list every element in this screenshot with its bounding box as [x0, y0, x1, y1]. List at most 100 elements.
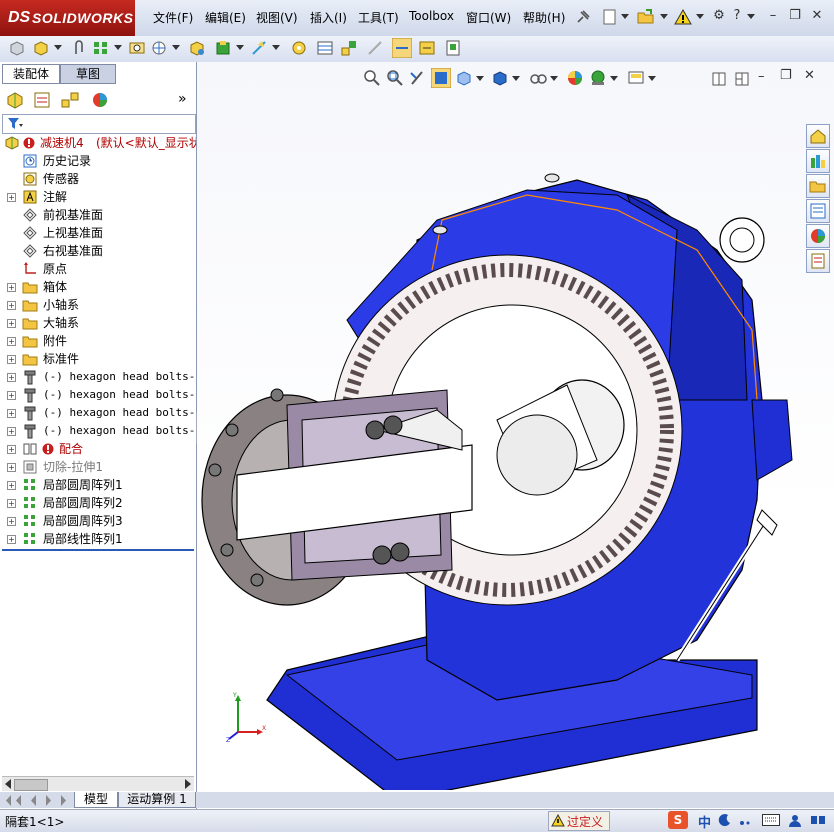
chevron-down-icon[interactable] — [550, 76, 558, 82]
chevron-down-icon[interactable] — [621, 14, 629, 20]
expand-toggle-icon[interactable]: + — [7, 373, 16, 382]
tree-item[interactable]: 原点 — [0, 260, 196, 278]
bill-of-materials-icon[interactable] — [316, 39, 334, 57]
menu-help[interactable]: 帮助(H) — [523, 9, 565, 26]
previous-view-icon[interactable] — [408, 68, 428, 88]
scroll-right-icon[interactable] — [184, 779, 192, 789]
tree-root[interactable]: 减速机4 (默认<默认_显示状 — [0, 134, 196, 152]
chevron-down-icon[interactable] — [114, 45, 122, 51]
tab-model[interactable]: 模型 — [74, 792, 118, 808]
tab-motion-study[interactable]: 运动算例 1 — [118, 792, 196, 808]
scroll-left-icon[interactable] — [4, 779, 12, 789]
assembly-features-icon[interactable] — [214, 39, 232, 57]
tree-item[interactable]: + 局部线性阵列1 — [0, 530, 196, 548]
tree-item[interactable]: + 配合 — [0, 440, 196, 458]
close-icon[interactable]: ✕ — [808, 8, 826, 24]
expand-toggle-icon[interactable]: + — [7, 517, 16, 526]
tree-item[interactable]: + (-) hexagon head bolts-fu — [0, 368, 196, 386]
menu-file[interactable]: 文件(F) — [153, 9, 193, 26]
tree-item[interactable]: 上视基准面 — [0, 224, 196, 242]
configuration-manager-icon[interactable] — [60, 90, 80, 110]
expand-toggle-icon[interactable]: + — [7, 427, 16, 436]
section-view-icon[interactable] — [431, 68, 451, 88]
mate-icon[interactable] — [128, 39, 146, 57]
more-tabs-chevron[interactable]: » — [178, 91, 187, 107]
apply-scene-icon[interactable] — [588, 68, 608, 88]
tree-item[interactable]: + 大轴系 — [0, 314, 196, 332]
tab-assembly[interactable]: 装配体 — [2, 64, 60, 84]
clearance-verification-icon[interactable] — [418, 39, 436, 57]
tree-item[interactable]: + 切除-拉伸1 — [0, 458, 196, 476]
expand-toggle-icon[interactable]: + — [7, 337, 16, 346]
new-motion-study-icon[interactable] — [290, 39, 308, 57]
move-component-icon[interactable] — [150, 39, 168, 57]
chevron-down-icon[interactable] — [476, 76, 484, 82]
display-style-icon[interactable] — [490, 68, 510, 88]
property-manager-icon[interactable] — [32, 90, 52, 110]
ime-user-icon[interactable] — [788, 813, 802, 827]
new-part-icon[interactable] — [32, 39, 50, 57]
expand-toggle-icon[interactable]: + — [7, 193, 16, 202]
expand-toggle-icon[interactable]: + — [7, 391, 16, 400]
tree-item[interactable]: + (-) hexagon head bolts-fu — [0, 422, 196, 440]
expand-toggle-icon[interactable]: + — [7, 301, 16, 310]
tree-item[interactable]: + 局部圆周阵列2 — [0, 494, 196, 512]
doc-close-icon[interactable]: ✕ — [804, 68, 815, 83]
chevron-down-icon[interactable] — [236, 45, 244, 51]
ime-settings-icon[interactable] — [810, 813, 826, 827]
doc-restore-icon[interactable]: ❐ — [780, 68, 792, 83]
tree-item[interactable]: + 小轴系 — [0, 296, 196, 314]
edit-appearance-icon[interactable] — [565, 68, 585, 88]
expand-toggle-icon[interactable]: + — [7, 409, 16, 418]
expand-toggle-icon[interactable]: + — [7, 283, 16, 292]
expand-toggle-icon[interactable]: + — [7, 499, 16, 508]
menu-view[interactable]: 视图(V) — [256, 9, 298, 26]
tree-item[interactable]: 传感器 — [0, 170, 196, 188]
task-pane-view-palette[interactable] — [806, 199, 830, 223]
tree-item[interactable]: + 标准件 — [0, 350, 196, 368]
zoom-to-area-icon[interactable] — [385, 68, 405, 88]
menu-window[interactable]: 窗口(W) — [466, 9, 511, 26]
task-pane-design-library[interactable] — [806, 149, 830, 173]
filter-bar[interactable] — [2, 114, 196, 134]
tree-rollback-bar[interactable] — [2, 549, 194, 551]
tree-item[interactable]: + 局部圆周阵列1 — [0, 476, 196, 494]
tree-horizontal-scrollbar[interactable] — [2, 776, 194, 791]
instant3d-icon[interactable] — [444, 39, 462, 57]
chevron-down-icon[interactable] — [512, 76, 520, 82]
restore-icon[interactable]: ❐ — [786, 8, 804, 24]
interference-detection-icon[interactable] — [392, 38, 412, 58]
tree-item[interactable]: 右视基准面 — [0, 242, 196, 260]
chevron-down-icon[interactable] — [272, 45, 280, 51]
chevron-down-icon[interactable] — [610, 76, 618, 82]
ime-keyboard-icon[interactable] — [762, 814, 780, 826]
tree-item[interactable]: + (-) hexagon head bolts-fu — [0, 404, 196, 422]
exploded-view-icon[interactable] — [340, 39, 358, 57]
open-folder-icon[interactable] — [637, 8, 655, 26]
chevron-down-icon[interactable] — [648, 76, 656, 82]
chevron-down-icon[interactable] — [660, 14, 668, 20]
pattern-components-icon[interactable] — [92, 39, 110, 57]
solidworks-logo[interactable]: DS SOLIDWORKS — [0, 0, 135, 36]
menu-tools[interactable]: 工具(T) — [358, 9, 399, 26]
view-orientation-icon[interactable] — [454, 68, 474, 88]
feature-manager-icon[interactable] — [5, 90, 25, 110]
new-document-icon[interactable] — [601, 8, 619, 26]
expand-toggle-icon[interactable]: + — [7, 535, 16, 544]
chevron-down-icon[interactable] — [54, 45, 62, 51]
tree-item[interactable]: + (-) hexagon head bolts-fu — [0, 386, 196, 404]
task-pane-appearances[interactable] — [806, 224, 830, 248]
task-pane-custom-properties[interactable] — [806, 249, 830, 273]
chevron-down-icon[interactable] — [696, 14, 704, 20]
tree-item[interactable]: + 注解 — [0, 188, 196, 206]
expand-toggle-icon[interactable]: + — [7, 463, 16, 472]
viewport-split-icon[interactable] — [712, 72, 726, 86]
expand-toggle-icon[interactable]: + — [7, 319, 16, 328]
ime-logo[interactable]: S — [668, 811, 688, 829]
tree-item[interactable]: + 附件 — [0, 332, 196, 350]
task-pane-resources[interactable] — [806, 124, 830, 148]
insert-components-icon[interactable] — [8, 39, 26, 57]
ime-punctuation-icon[interactable] — [738, 813, 752, 827]
tree-item[interactable]: 前视基准面 — [0, 206, 196, 224]
ime-language[interactable]: 中 — [698, 812, 711, 831]
